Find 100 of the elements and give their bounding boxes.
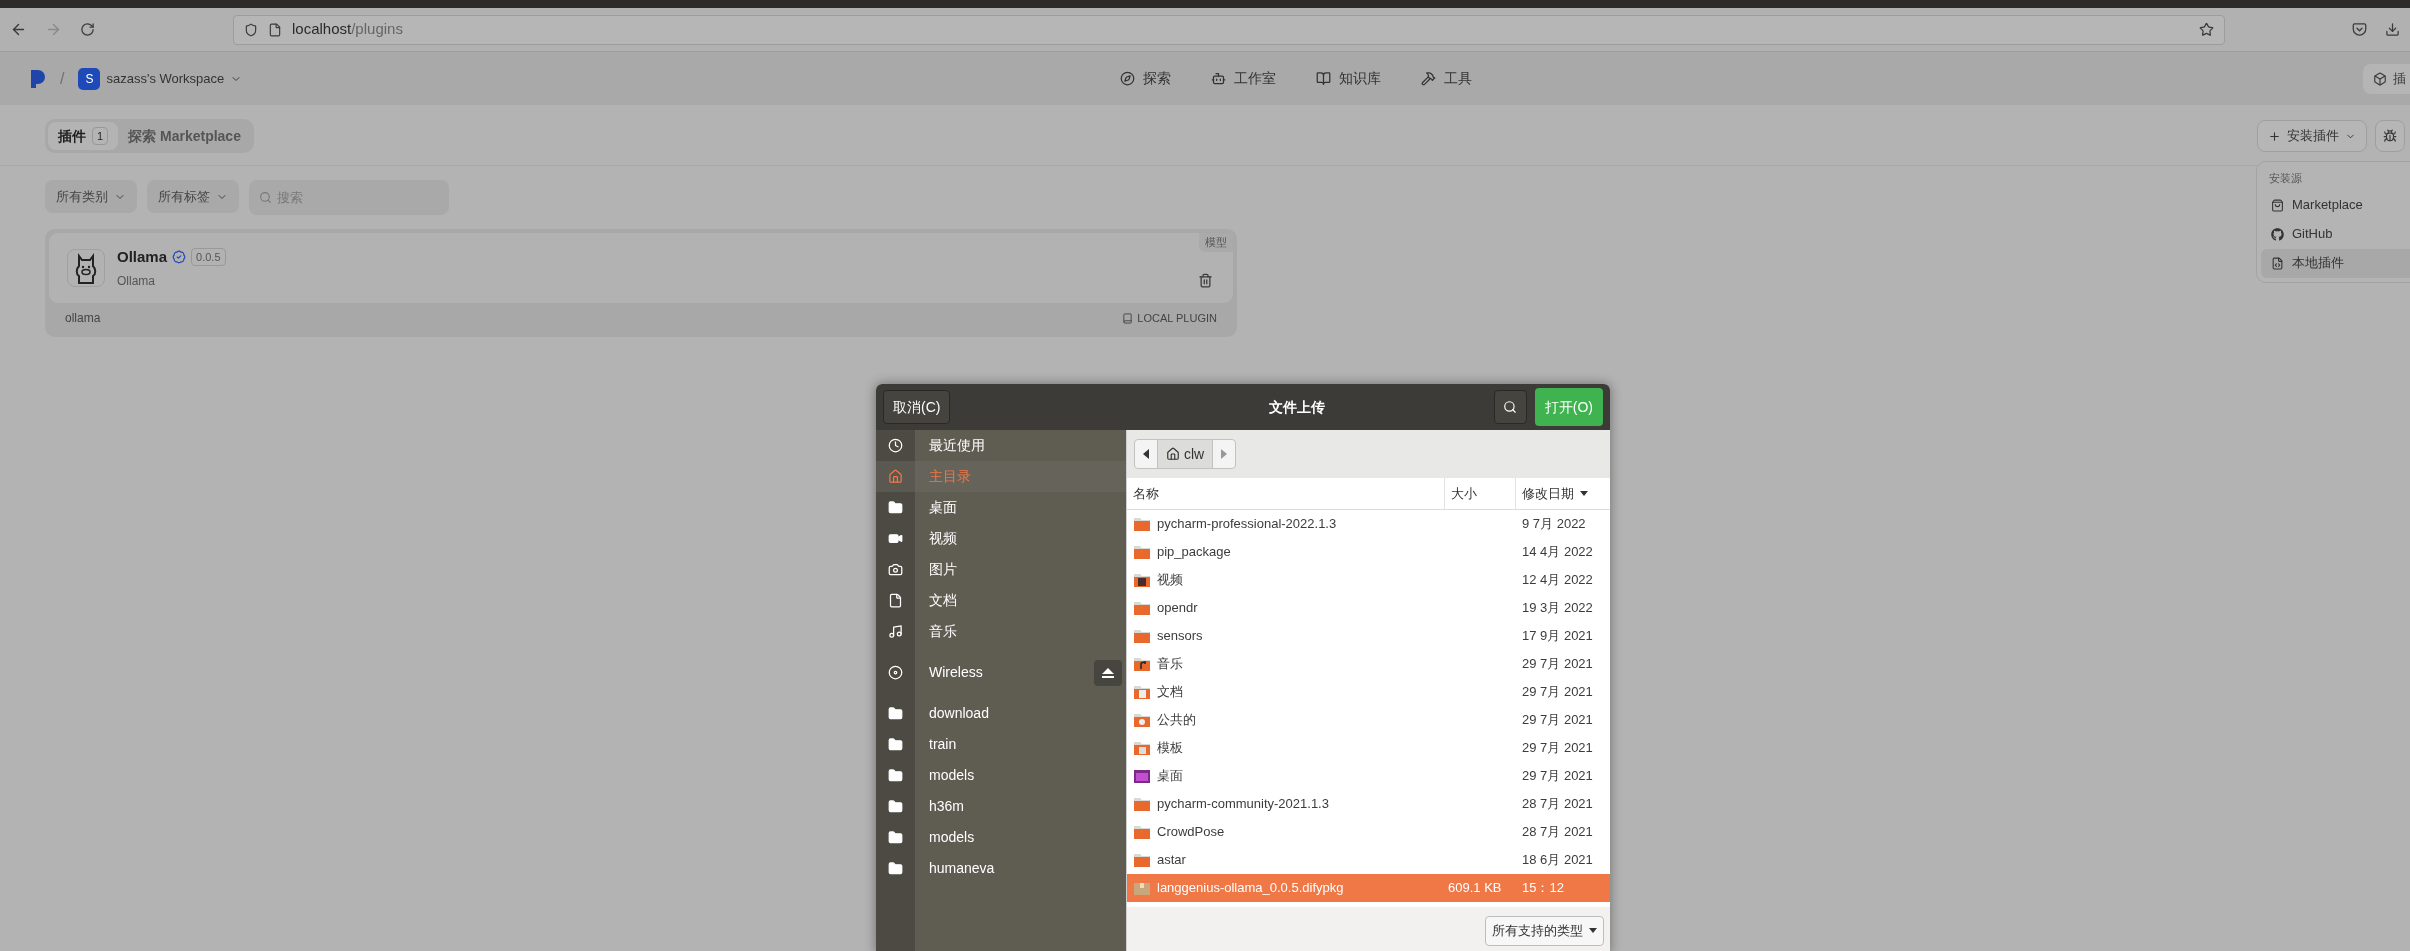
file-name: 文档 [1157,683,1183,702]
path-button[interactable]: clw [1157,440,1214,468]
nav-link[interactable]: 工具 [1421,68,1472,89]
file-type-dropdown[interactable]: 所有支持的类型 [1485,915,1604,946]
eject-button[interactable] [1094,659,1122,686]
version-badge: 0.0.5 [191,247,226,267]
menu-item[interactable]: GitHub [2261,219,2410,249]
column-header[interactable]: 大小 [1445,478,1516,509]
folder-icon [1133,628,1151,644]
logo-icon [30,68,46,89]
sidebar-item[interactable]: models [876,760,1126,791]
file-name: 公共的 [1157,711,1196,730]
folder-icon [1133,516,1151,532]
breadcrumb-separator: / [60,68,65,89]
file-row[interactable]: 文档 29 7月 2021 [1127,678,1610,706]
sidebar-item[interactable]: train [876,729,1126,760]
plugin-id: ollama [65,310,101,327]
debug-button[interactable] [2375,120,2405,152]
sidebar-item[interactable]: 桌面 [876,492,1126,523]
file-name: pycharm-community-2021.1.3 [1157,795,1329,814]
filter-dropdown[interactable]: 所有类别 [45,180,137,213]
menu-item[interactable]: Marketplace [2261,190,2410,220]
menu-item[interactable]: 本地插件 [2261,248,2410,278]
pocket-icon[interactable] [2352,22,2367,37]
address-bar[interactable]: localhost/plugins [233,14,2225,45]
sidebar-item[interactable]: 视频 [876,523,1126,554]
delete-icon[interactable] [1198,273,1213,288]
file-row[interactable]: CrowdPose 28 7月 2021 [1127,818,1610,846]
cancel-button[interactable]: 取消(C) [883,390,951,424]
reload-icon[interactable] [80,22,95,37]
search-icon [1503,400,1518,414]
tab[interactable]: 插件 1 [48,122,119,150]
package-icon [1133,880,1151,896]
column-header[interactable]: 名称 [1127,478,1445,509]
file-row[interactable]: 模板 29 7月 2021 [1127,734,1610,762]
menu-heading: 安装源 [2268,171,2303,186]
book-icon [1122,312,1134,324]
file-row[interactable]: 视频 12 4月 2022 [1127,566,1610,594]
install-plugin-button[interactable]: 安装插件 [2257,120,2367,152]
sidebar-item[interactable]: 图片 [876,554,1126,585]
music-icon [888,624,903,639]
sidebar-item[interactable]: models [876,822,1126,853]
folder-icon [888,768,903,783]
source-label: LOCAL PLUGIN [1137,310,1217,326]
file-row[interactable]: 音乐 29 7月 2021 [1127,650,1610,678]
plugin-name: Ollama [117,246,168,267]
file-date: 18 6月 2021 [1521,851,1594,870]
file-size: 609.1 KB [1447,879,1503,898]
filter-dropdown[interactable]: 所有标签 [147,180,239,213]
back-icon[interactable] [10,21,27,38]
plugins-button[interactable]: 插 [2363,63,2410,94]
file-name: pycharm-professional-2022.1.3 [1157,515,1337,534]
file-name: 视频 [1157,571,1183,590]
file-name: sensors [1157,627,1203,646]
file-row[interactable]: 公共的 29 7月 2021 [1127,706,1610,734]
plugin-card[interactable]: Ollama 0.0.5 Ollama 模型 ollama LOCAL PLUGIN [45,229,1237,337]
page-icon [268,22,282,37]
file-date: 29 7月 2021 [1521,655,1594,674]
file-row[interactable]: sensors 17 9月 2021 [1127,622,1610,650]
file-row[interactable]: opendr 19 3月 2022 [1127,594,1610,622]
file-row[interactable]: astar 18 6月 2021 [1127,846,1610,874]
search-button[interactable] [1493,390,1527,424]
nav-link[interactable]: 工作室 [1211,68,1276,89]
count-badge: 1 [92,126,109,146]
file-row[interactable]: 桌面 29 7月 2021 [1127,762,1610,790]
home-icon [1166,447,1180,461]
file-name: langgenius-ollama_0.0.5.difypkg [1157,879,1344,898]
workspace-avatar: S [78,67,101,90]
file-name: 模板 [1157,739,1183,758]
column-header[interactable]: 修改日期 [1516,478,1610,509]
hammer-icon [1421,71,1436,86]
sidebar-item[interactable]: download [876,698,1126,729]
film-folder-icon [1133,572,1151,588]
nav-link[interactable]: 知识库 [1316,68,1381,89]
folder-icon [1133,544,1151,560]
file-date: 29 7月 2021 [1521,683,1594,702]
file-name: astar [1157,851,1186,870]
file-date: 29 7月 2021 [1521,767,1594,786]
sidebar-item[interactable]: 最近使用 [876,430,1126,461]
people-folder-icon [1133,712,1151,728]
nav-link[interactable]: 探索 [1120,68,1171,89]
robot-icon [1211,71,1226,86]
sidebar-item[interactable]: humaneva [876,853,1126,884]
sidebar-item[interactable]: 音乐 [876,616,1126,647]
file-date: 14 4月 2022 [1521,543,1594,562]
sidebar-item[interactable]: Wireless [876,657,1126,688]
file-row[interactable]: pycharm-community-2021.1.3 28 7月 2021 [1127,790,1610,818]
file-date: 17 9月 2021 [1521,627,1594,646]
shield-icon [244,22,258,37]
dialog-title: 文件上传 [1268,397,1327,417]
folder-icon [888,500,903,515]
sidebar-item[interactable]: h36m [876,791,1126,822]
download-icon[interactable] [2385,22,2400,37]
sidebar-item[interactable]: 文档 [876,585,1126,616]
workspace-switcher[interactable]: S sazass's Workspace [78,67,243,90]
file-date: 28 7月 2021 [1521,823,1594,842]
file-row[interactable]: pycharm-professional-2022.1.3 9 7月 2022 [1127,510,1610,538]
bookmark-star-icon[interactable] [2199,22,2214,37]
github-icon [2271,227,2284,241]
file-row[interactable]: pip_package 14 4月 2022 [1127,538,1610,566]
